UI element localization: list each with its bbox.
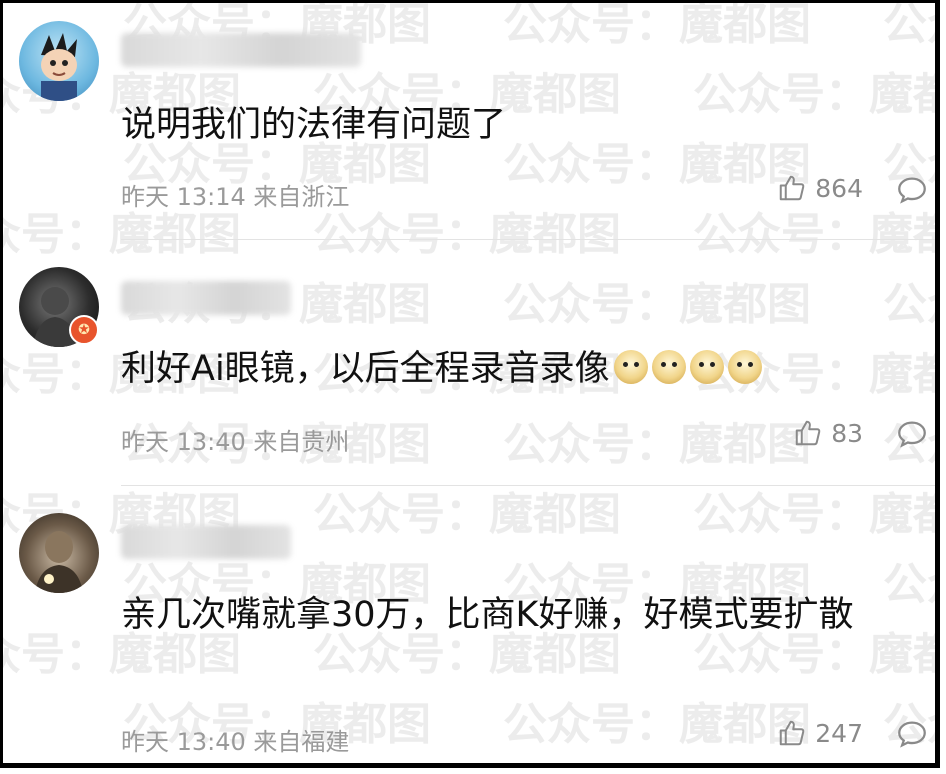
like-button[interactable]: 864	[777, 173, 863, 203]
watermark-text: 公众号：魔都图	[693, 209, 935, 260]
divider	[121, 239, 935, 240]
watermark-text: 公众号：魔都图	[503, 139, 811, 190]
verified-badge-icon: ✪	[69, 315, 99, 345]
thumbs-up-icon	[780, 720, 805, 746]
watermark-text: 公众号：魔都图	[313, 489, 621, 540]
like-count: 864	[815, 173, 863, 203]
watermark-text: 公众号：魔都图	[883, 279, 935, 330]
thumbs-up-icon	[795, 420, 821, 446]
like-count: 247	[815, 718, 863, 748]
comment-text: 说明我们的法律有问题了	[121, 105, 507, 145]
comment-meta: 昨天 13:14 来自浙江	[121, 183, 350, 211]
avatar[interactable]	[19, 21, 99, 101]
comment-panel: 公众号：魔都图公众号：魔都图公众号：魔都图公众号：魔都图公众号：魔都图公众号：魔…	[0, 0, 940, 768]
avatar[interactable]	[19, 513, 99, 593]
watermark-text: 公众号：魔都图	[883, 0, 935, 50]
watermark-text: 公众号：魔都图	[503, 699, 811, 750]
comment-bubble-icon[interactable]	[895, 173, 929, 207]
doge-emoji	[651, 350, 686, 384]
thumbs-up-icon	[780, 175, 805, 201]
doge-emoji	[727, 350, 762, 384]
comment-bubble-icon[interactable]	[895, 417, 929, 451]
like-button[interactable]: 83	[793, 418, 863, 448]
watermark-text: 公众号：魔都图	[313, 629, 621, 680]
comment-text: 利好Ai眼镜，以后全程录音录像	[121, 347, 911, 391]
watermark-text: 公众号：魔都图	[313, 209, 621, 260]
watermark-text: 公众号：魔都图	[693, 489, 935, 540]
like-count: 83	[831, 418, 863, 448]
comment-bubble-icon[interactable]	[895, 717, 929, 751]
watermark-text: 公众号：魔都图	[503, 0, 811, 50]
comment-meta: 昨天 13:40 来自福建	[121, 728, 350, 756]
watermark-text: 公众号：魔都图	[3, 209, 241, 260]
comment-meta: 昨天 13:40 来自贵州	[121, 428, 350, 456]
username-blurred[interactable]	[121, 33, 361, 67]
username-blurred[interactable]	[121, 281, 291, 315]
watermark-text: 公众号：魔都图	[503, 419, 811, 470]
doge-emoji	[689, 350, 724, 384]
like-button[interactable]: 247	[777, 718, 863, 748]
watermark-text: 公众号：魔都图	[503, 279, 811, 330]
username-blurred[interactable]	[121, 525, 291, 559]
comment-text: 亲几次嘴就拿30万，比商K好赚，好模式要扩散	[121, 595, 854, 635]
watermark-text: 公众号：魔都图	[693, 629, 935, 680]
divider	[121, 485, 935, 486]
doge-emoji	[613, 350, 648, 384]
watermark-text: 公众号：魔都图	[3, 629, 241, 680]
comment-text-body: 利好Ai眼镜，以后全程录音录像	[121, 349, 610, 389]
